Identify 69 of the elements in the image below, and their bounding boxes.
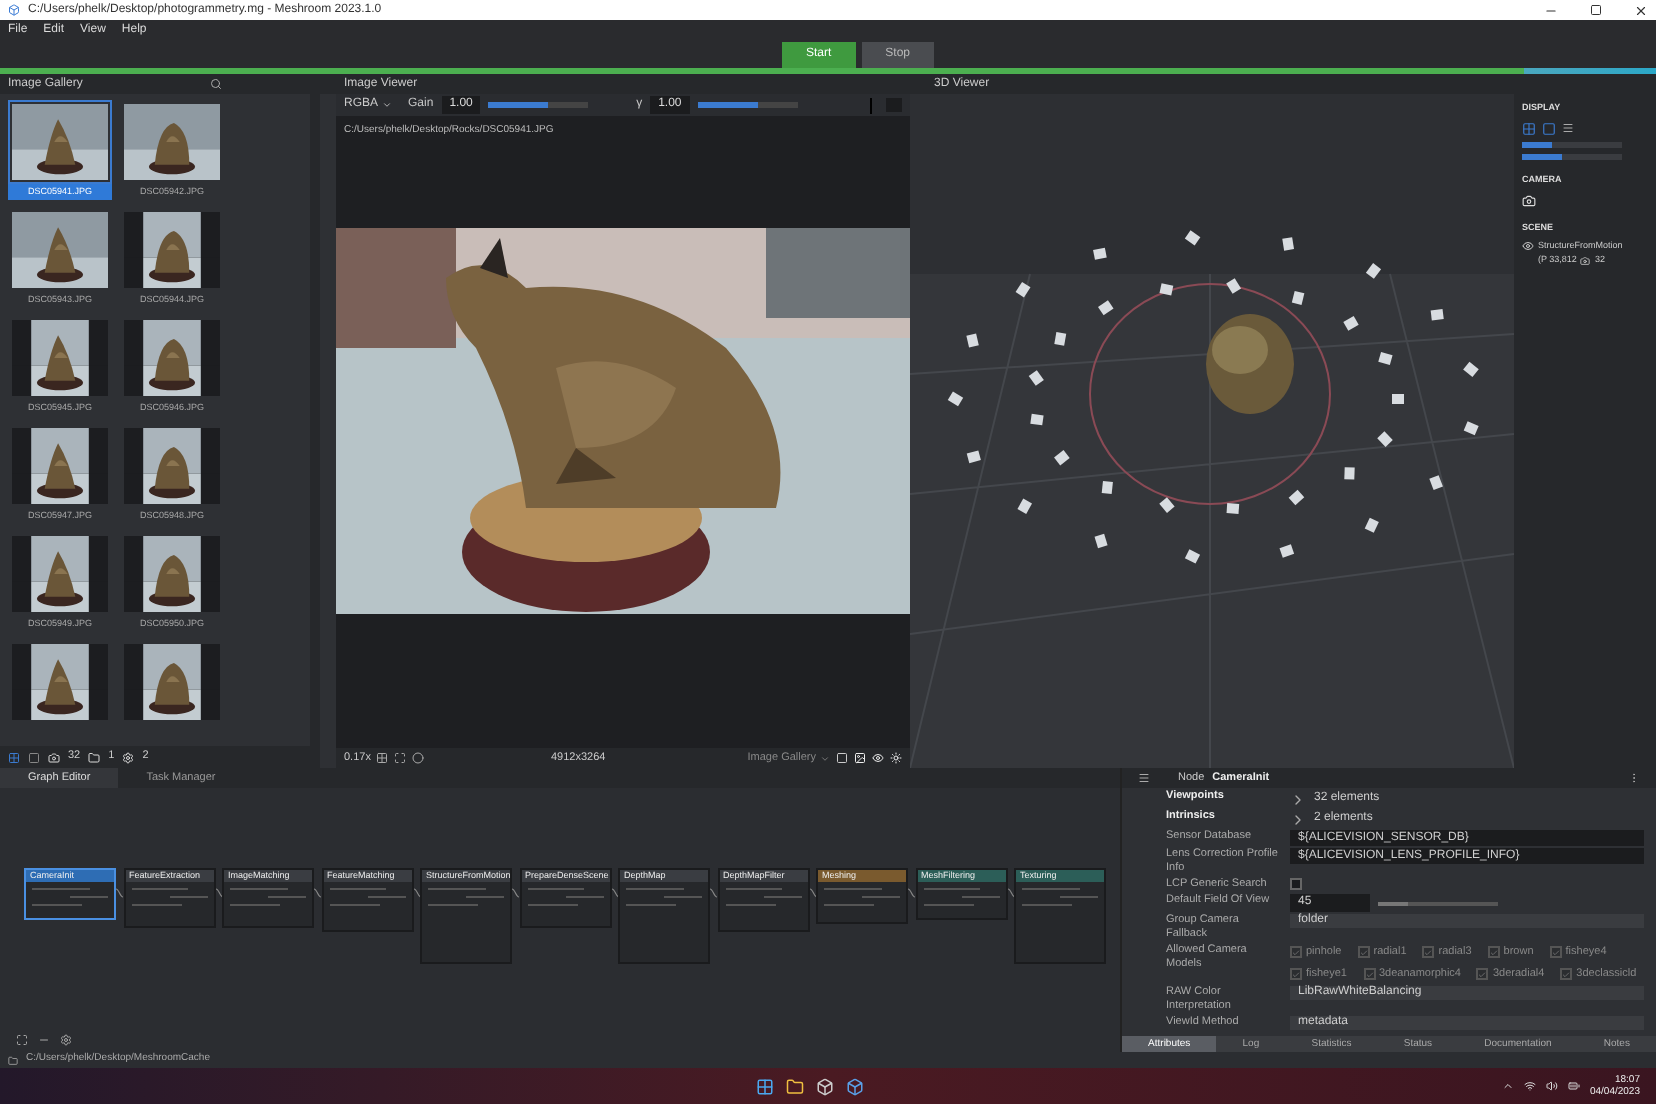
checkbox[interactable] bbox=[1422, 946, 1435, 959]
connector bbox=[413, 888, 420, 898]
camera-icon[interactable] bbox=[1522, 193, 1536, 207]
volume-icon[interactable] bbox=[1545, 1080, 1558, 1092]
check-icon bbox=[1424, 947, 1433, 958]
thumbnail[interactable] bbox=[8, 424, 112, 508]
checkbox[interactable] bbox=[1560, 968, 1573, 981]
image-icon[interactable] bbox=[854, 752, 866, 764]
app-icon bbox=[8, 4, 20, 16]
box-icon[interactable] bbox=[816, 1077, 834, 1095]
checkbox[interactable] bbox=[1290, 946, 1302, 959]
folder-icon[interactable] bbox=[88, 751, 101, 763]
connector bbox=[611, 888, 618, 898]
eye-icon[interactable] bbox=[1522, 240, 1534, 253]
sun-icon[interactable] bbox=[890, 752, 902, 764]
thumbnail[interactable] bbox=[8, 208, 112, 292]
chevron-icon[interactable] bbox=[1501, 1080, 1514, 1092]
circle-icon[interactable] bbox=[412, 752, 425, 764]
menu-icon[interactable] bbox=[1138, 772, 1150, 784]
slider[interactable] bbox=[697, 102, 798, 108]
thumbnail[interactable] bbox=[120, 532, 224, 616]
thumbnail[interactable] bbox=[120, 424, 224, 508]
grid-icon[interactable] bbox=[8, 751, 20, 763]
close-icon[interactable] bbox=[1634, 3, 1648, 17]
square-icon[interactable] bbox=[836, 752, 848, 764]
folder-icon[interactable] bbox=[786, 1077, 804, 1095]
camera-icon[interactable] bbox=[48, 751, 60, 763]
settings-icon[interactable] bbox=[60, 1034, 72, 1046]
start-icon[interactable] bbox=[756, 1077, 774, 1095]
connector bbox=[809, 888, 816, 898]
slider[interactable] bbox=[1522, 153, 1622, 160]
checkbox[interactable] bbox=[1487, 946, 1500, 959]
grid-icon[interactable] bbox=[1522, 121, 1536, 136]
camera-icon bbox=[1580, 255, 1591, 266]
thumbnail[interactable] bbox=[8, 640, 112, 724]
menu-icon[interactable] bbox=[1562, 121, 1574, 134]
connector bbox=[116, 888, 123, 898]
checkbox[interactable] bbox=[1290, 968, 1302, 981]
connector bbox=[512, 888, 519, 898]
thumbnail[interactable] bbox=[120, 640, 224, 724]
checkbox[interactable] bbox=[1357, 946, 1370, 959]
slider[interactable] bbox=[1522, 141, 1622, 148]
maximize-icon[interactable] bbox=[1590, 4, 1602, 16]
thumbnail[interactable] bbox=[120, 208, 224, 292]
caret-icon bbox=[820, 753, 830, 763]
grid-icon[interactable] bbox=[376, 752, 389, 764]
slider[interactable] bbox=[488, 102, 589, 108]
connector bbox=[908, 888, 915, 898]
wifi-icon[interactable] bbox=[1523, 1080, 1536, 1092]
minus-icon[interactable] bbox=[38, 1034, 50, 1046]
thumbnail[interactable] bbox=[8, 316, 112, 400]
caret-icon bbox=[382, 100, 393, 110]
thumbnail[interactable] bbox=[120, 316, 224, 400]
thumbnail[interactable] bbox=[8, 532, 112, 616]
connector bbox=[215, 888, 222, 898]
square-icon[interactable] bbox=[28, 751, 40, 763]
thumbnail[interactable] bbox=[8, 100, 112, 184]
connector bbox=[1007, 888, 1014, 898]
thumbnail[interactable] bbox=[120, 100, 224, 184]
folder-icon bbox=[8, 1055, 18, 1065]
app-icon[interactable] bbox=[846, 1077, 864, 1095]
connector bbox=[710, 888, 717, 898]
checkbox[interactable] bbox=[1290, 878, 1302, 890]
search-icon[interactable] bbox=[210, 78, 222, 90]
checkbox[interactable] bbox=[1549, 946, 1562, 959]
checkbox[interactable] bbox=[1476, 968, 1489, 981]
connector bbox=[314, 888, 321, 898]
checkbox[interactable] bbox=[1363, 968, 1375, 981]
battery-icon[interactable] bbox=[1567, 1080, 1580, 1092]
